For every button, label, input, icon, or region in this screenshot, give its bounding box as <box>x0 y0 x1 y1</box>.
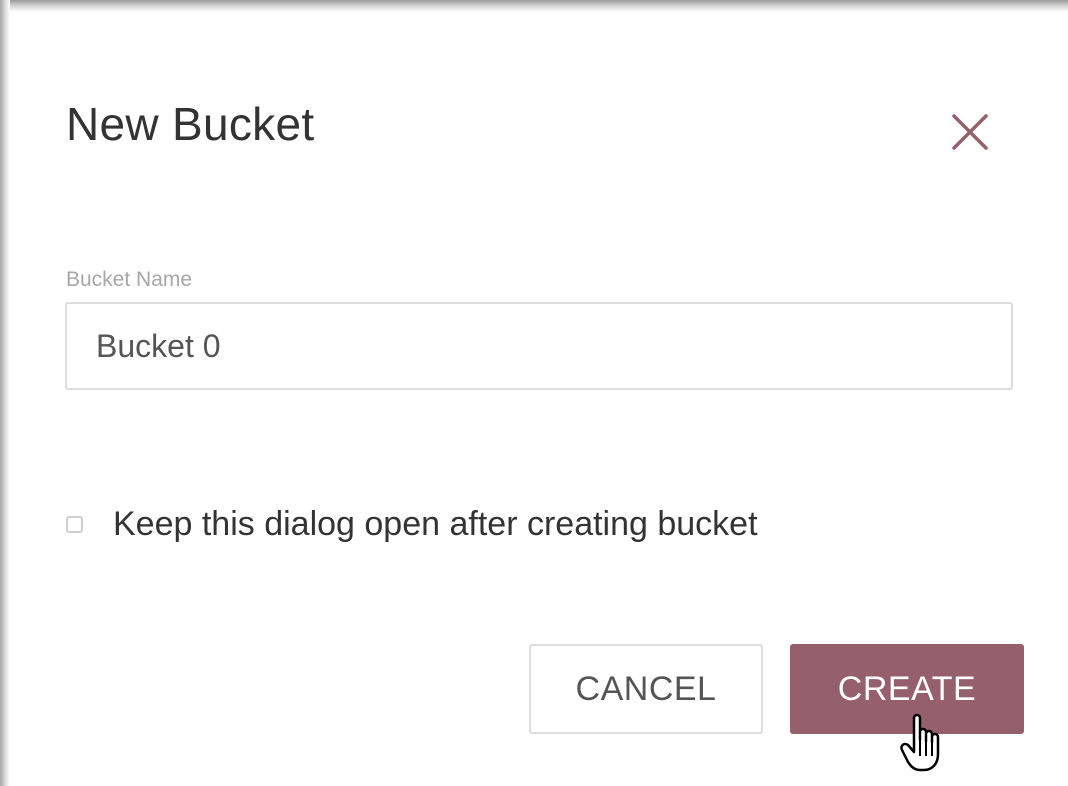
bucket-name-label: Bucket Name <box>66 268 193 291</box>
close-icon[interactable] <box>945 107 995 157</box>
dialog-title: New Bucket <box>66 98 315 150</box>
app-window: New Bucket Bucket Name Keep this dialog … <box>0 0 1068 786</box>
create-button[interactable]: CREATE <box>790 644 1024 734</box>
new-bucket-dialog: New Bucket Bucket Name Keep this dialog … <box>10 12 1068 786</box>
window-left-edge <box>0 0 10 786</box>
keep-open-option[interactable]: Keep this dialog open after creating buc… <box>66 500 758 548</box>
keep-open-label: Keep this dialog open after creating buc… <box>113 504 758 543</box>
bucket-name-input[interactable] <box>65 302 1013 390</box>
window-top-edge <box>0 0 1068 12</box>
keep-open-checkbox[interactable] <box>66 515 83 533</box>
cancel-button[interactable]: CANCEL <box>529 644 763 734</box>
